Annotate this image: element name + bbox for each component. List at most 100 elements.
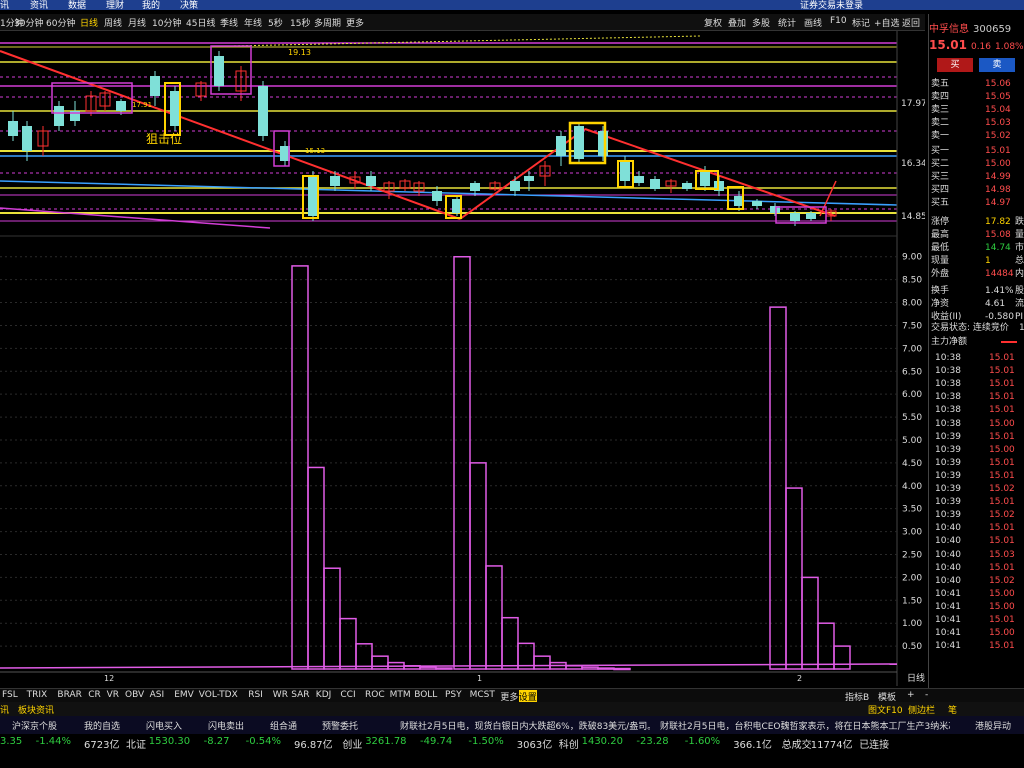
indicator-tab[interactable]: ROC bbox=[365, 690, 385, 700]
sell-button[interactable]: 卖 bbox=[979, 58, 1015, 72]
buy-button[interactable]: 买 bbox=[937, 58, 973, 72]
candle-body bbox=[574, 126, 584, 159]
indicator-tab[interactable]: SAR bbox=[291, 690, 309, 700]
indicator-right[interactable]: + bbox=[907, 690, 915, 700]
period-tab[interactable]: 45日线 bbox=[186, 16, 215, 29]
bid-row[interactable]: 买五 14.97 bbox=[929, 197, 1024, 210]
volume-bar bbox=[833, 645, 851, 670]
period-tab[interactable]: 多周期 bbox=[314, 16, 341, 29]
bid-row[interactable]: 买二 15.00 bbox=[929, 158, 1024, 171]
indicator-tab[interactable]: MTM bbox=[390, 690, 411, 700]
toolbar-right-item[interactable]: 画线 bbox=[804, 16, 822, 29]
news-headline[interactable]: 财联社2月5日电，台积电CEO魏哲家表示，将在日本熊本工厂生产3纳米芯 bbox=[660, 719, 950, 732]
candle-body bbox=[700, 171, 710, 186]
menu-item[interactable]: 讯 bbox=[0, 0, 9, 11]
stat-value: 1.41% bbox=[985, 286, 1014, 296]
main-flow[interactable]: 主力净额 bbox=[929, 336, 1024, 349]
indicator-tab[interactable]: FSL bbox=[2, 690, 18, 700]
indicator-tab[interactable]: RSI bbox=[248, 690, 263, 700]
news-item[interactable]: 港股异动 bbox=[975, 719, 1011, 732]
menu-item[interactable]: 决策 bbox=[180, 0, 198, 11]
indicator-tab[interactable]: CR bbox=[88, 690, 101, 700]
indicator-right[interactable]: - bbox=[925, 690, 928, 700]
indicator-tab[interactable]: BOLL bbox=[414, 690, 437, 700]
volume-bar bbox=[291, 265, 309, 670]
stock-header[interactable]: 中孚信息 300659 bbox=[929, 20, 1024, 35]
toolbar-right-item[interactable]: 多股 bbox=[752, 16, 770, 29]
indicator-tab[interactable]: TRIX bbox=[27, 690, 48, 700]
info-item[interactable]: 侧边栏 bbox=[908, 703, 935, 716]
indicator-tab[interactable]: VOL-TDX bbox=[199, 690, 238, 700]
news-item[interactable]: 我的自选 bbox=[84, 719, 120, 732]
news-headline[interactable]: 财联社2月5日电，现货白银日内大跌超6%，跌破83美元/盎司。 bbox=[400, 719, 650, 732]
news-item[interactable]: 闪电卖出 bbox=[208, 719, 244, 732]
ticker-item: 总成交 bbox=[781, 740, 812, 751]
indicator-tab[interactable]: EMV bbox=[174, 690, 194, 700]
menu-item[interactable]: 资讯 bbox=[30, 0, 48, 11]
volume-bar bbox=[597, 667, 615, 670]
period-tab[interactable]: 10分钟 bbox=[152, 16, 181, 29]
ask-row[interactable]: 卖三 15.04 bbox=[929, 104, 1024, 117]
ask-label: 卖四 bbox=[931, 92, 950, 102]
period-tab[interactable]: 月线 bbox=[128, 16, 146, 29]
toolbar-right-item[interactable]: 返回 bbox=[902, 16, 920, 29]
toolbar-right-item[interactable]: 复权 bbox=[704, 16, 722, 29]
period-tab[interactable]: 30分钟 bbox=[14, 16, 43, 29]
indicator-tab[interactable]: KDJ bbox=[316, 690, 332, 700]
period-tab[interactable]: 周线 bbox=[104, 16, 122, 29]
bid-row[interactable]: 买三 14.99 bbox=[929, 171, 1024, 184]
login-status[interactable]: 证券交易未登录 bbox=[800, 0, 863, 11]
toolbar-right-item[interactable]: 叠加 bbox=[728, 16, 746, 29]
indicator-tab[interactable]: ASI bbox=[150, 690, 165, 700]
indicator-tabs: 指标B 模板 + - FSL TRIX BRAR CR VR OBV ASI EMV VOL-T… bbox=[0, 688, 1024, 703]
info-item[interactable]: 讯 bbox=[0, 703, 9, 716]
ask-row[interactable]: 卖四 15.05 bbox=[929, 91, 1024, 104]
ask-row[interactable]: 卖二 15.03 bbox=[929, 117, 1024, 130]
news-item[interactable]: 预警委托 bbox=[322, 719, 358, 732]
chart-svg[interactable]: 17.97 16.34 14.85 19.13 狙击位 17.91 15.13 … bbox=[0, 31, 927, 686]
indicator-tab[interactable]: MCST bbox=[470, 690, 495, 700]
tick-price: 15.01 bbox=[989, 497, 1015, 508]
bid-price: 14.98 bbox=[985, 185, 1011, 195]
period-tab[interactable]: 季线 bbox=[220, 16, 238, 29]
tick-price: 15.01 bbox=[989, 366, 1015, 377]
indicator-tab[interactable]: WR bbox=[273, 690, 288, 700]
bid-row[interactable]: 买四 14.98 bbox=[929, 184, 1024, 197]
indicator-tab[interactable]: BRAR bbox=[57, 690, 81, 700]
bid-price: 14.99 bbox=[985, 172, 1011, 182]
indicator-tab[interactable]: PSY bbox=[445, 690, 462, 700]
indicator-tab[interactable]: CCI bbox=[340, 690, 355, 700]
toolbar-right-item[interactable]: +自选 bbox=[874, 16, 900, 29]
menu-item[interactable]: 数据 bbox=[68, 0, 86, 11]
info-item[interactable]: 图文F10 bbox=[868, 703, 903, 716]
ask-row[interactable]: 卖一 15.02 bbox=[929, 130, 1024, 143]
candle-body bbox=[752, 201, 762, 206]
news-item[interactable]: 组合通 bbox=[270, 719, 297, 732]
indicator-tab[interactable]: OBV bbox=[125, 690, 144, 700]
toolbar-right-item[interactable]: 标记 bbox=[852, 16, 870, 29]
news-item[interactable]: 闪电买入 bbox=[146, 719, 182, 732]
info-item[interactable]: 笔 bbox=[948, 703, 957, 716]
bid-row[interactable]: 买一 15.01 bbox=[929, 145, 1024, 158]
tick-time: 10:40 bbox=[935, 549, 961, 560]
ask-row[interactable]: 卖五 15.06 bbox=[929, 78, 1024, 91]
news-item[interactable]: 沪深京个股 bbox=[12, 719, 57, 732]
tick-row: 10:38 15.01 bbox=[929, 404, 1024, 417]
period-tab[interactable]: 60分钟 bbox=[46, 16, 75, 29]
period-tab[interactable]: 年线 bbox=[244, 16, 262, 29]
period-tab-active[interactable]: 日线 bbox=[80, 16, 98, 29]
period-tab[interactable]: 更多 bbox=[346, 16, 364, 29]
info-item[interactable]: 板块资讯 bbox=[18, 703, 54, 716]
volume-bar bbox=[469, 462, 487, 670]
indicator-tab[interactable]: VR bbox=[107, 690, 119, 700]
period-tab[interactable]: 15秒 bbox=[290, 16, 310, 29]
toolbar-right-item[interactable]: 统计 bbox=[778, 16, 796, 29]
toolbar-right-item[interactable]: F10 bbox=[830, 16, 847, 26]
menu-item[interactable]: 我的 bbox=[142, 0, 160, 11]
menu-item[interactable]: 理财 bbox=[106, 0, 124, 11]
tick-time: 10:41 bbox=[935, 588, 961, 599]
stock-price: 15.01 0.16 1.08% bbox=[929, 38, 1024, 52]
period-tab[interactable]: 5秒 bbox=[268, 16, 283, 29]
chart-area[interactable]: 17.97 16.34 14.85 19.13 狙击位 17.91 15.13 … bbox=[0, 31, 927, 686]
ask-label: 卖五 bbox=[931, 79, 950, 89]
